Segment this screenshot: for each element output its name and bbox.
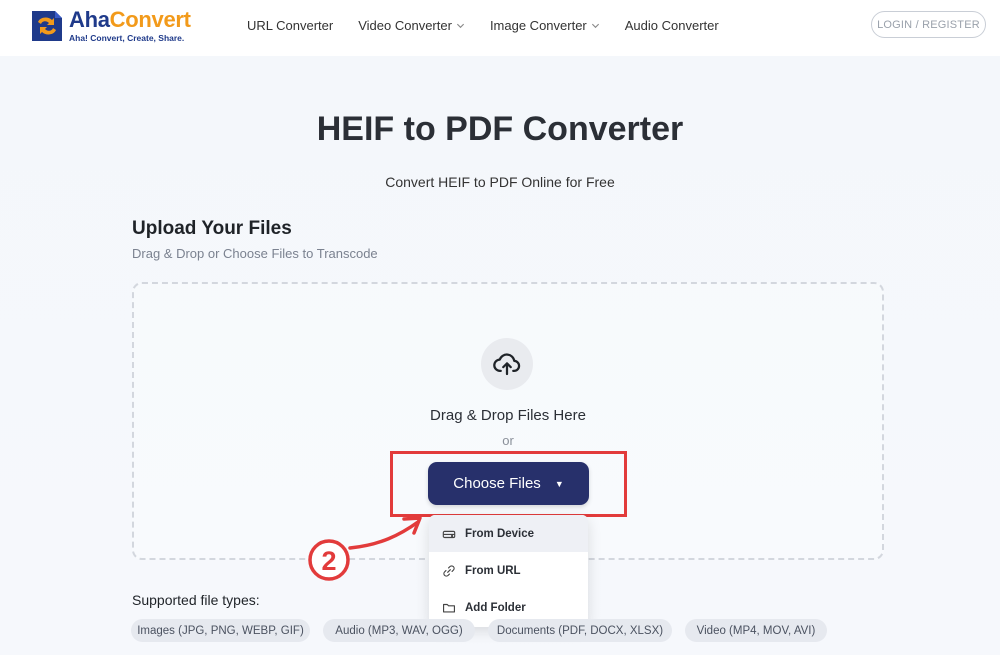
nav-label: Image Converter bbox=[489, 17, 587, 33]
cloud-upload-icon bbox=[493, 353, 521, 376]
menu-item-from-url[interactable]: From URL bbox=[429, 552, 588, 589]
folder-icon bbox=[443, 603, 455, 613]
page-title: HEIF to PDF Converter bbox=[316, 110, 684, 148]
annotation-highlight-box bbox=[390, 451, 627, 517]
nav-video-converter[interactable]: Video Converter bbox=[358, 18, 465, 33]
nav-label: Audio Converter bbox=[624, 17, 719, 33]
brand-logo[interactable]: AhaConvert Aha! Convert, Create, Share. bbox=[29, 8, 191, 44]
nav-audio-converter[interactable]: Audio Converter bbox=[625, 18, 719, 33]
menu-item-from-device[interactable]: From Device bbox=[429, 515, 588, 552]
page-subtitle: Convert HEIF to PDF Online for Free bbox=[385, 174, 615, 190]
choose-files-dropdown: From Device From URL Add Folder bbox=[429, 515, 588, 627]
nav-label: Video Converter bbox=[358, 17, 452, 33]
nav-image-converter[interactable]: Image Converter bbox=[490, 18, 600, 33]
menu-item-label: Add Folder bbox=[465, 601, 526, 614]
chip-documents: Documents (PDF, DOCX, XLSX) bbox=[488, 619, 672, 642]
upload-title: Upload Your Files bbox=[132, 218, 292, 239]
logo-mark-icon bbox=[32, 11, 62, 41]
chip-images: Images (JPG, PNG, WEBP, GIF) bbox=[131, 619, 310, 642]
menu-item-label: From Device bbox=[465, 527, 535, 540]
chevron-down-icon bbox=[591, 23, 599, 28]
login-register-button[interactable]: LOGIN / REGISTER bbox=[871, 11, 986, 38]
hard-drive-icon bbox=[442, 530, 456, 538]
upload-cloud-badge bbox=[481, 338, 533, 390]
site-header: AhaConvert Aha! Convert, Create, Share. … bbox=[0, 0, 1000, 56]
menu-item-label: From URL bbox=[465, 564, 521, 577]
chip-video: Video (MP4, MOV, AVI) bbox=[685, 619, 827, 642]
nav-label: URL Converter bbox=[247, 17, 334, 33]
or-separator: or bbox=[502, 433, 514, 448]
brand-name-convert: Convert bbox=[109, 7, 191, 33]
chip-audio: Audio (MP3, WAV, OGG) bbox=[323, 619, 475, 642]
main-nav: URL Converter Video Converter Image Conv… bbox=[247, 0, 744, 50]
link-icon bbox=[443, 564, 455, 577]
brand-name-aha: Aha bbox=[69, 7, 110, 33]
brand-tagline: Aha! Convert, Create, Share. bbox=[69, 33, 185, 44]
nav-url-converter[interactable]: URL Converter bbox=[247, 18, 333, 33]
drop-files-text: Drag & Drop Files Here bbox=[430, 407, 586, 424]
upload-subtitle: Drag & Drop or Choose Files to Transcode bbox=[132, 246, 378, 261]
supported-types-label: Supported file types: bbox=[132, 592, 260, 608]
chevron-down-icon bbox=[456, 23, 464, 28]
